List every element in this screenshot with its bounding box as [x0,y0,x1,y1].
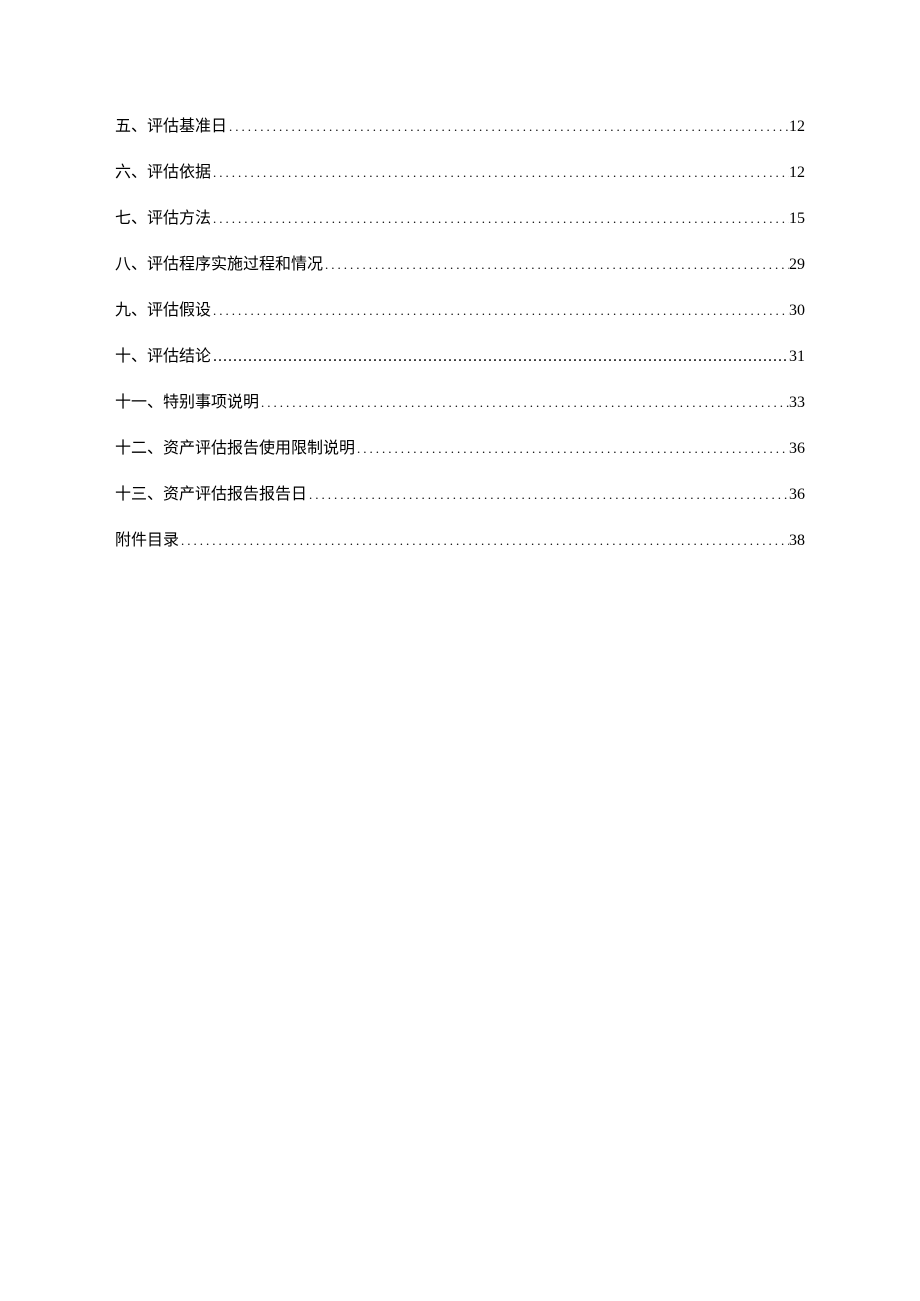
toc-leader-dots [179,529,789,553]
toc-leader-dots [323,253,789,277]
toc-entry-title: 十、评估结论 [115,345,211,369]
toc-entry-page: 12 [789,161,805,185]
toc-entry: 十二、资产评估报告使用限制说明 36 [115,437,805,461]
toc-leader-dots [307,483,789,507]
toc-leader-dots [227,115,789,139]
toc-entry-page: 29 [789,253,805,277]
toc-entry: 八、评估程序实施过程和情况 29 [115,253,805,277]
toc-entry: 九、评估假设 30 [115,299,805,323]
toc-leader-dots [355,437,789,461]
toc-leader-dots [211,299,789,323]
toc-entry: 附件目录 38 [115,529,805,553]
toc-entry-title: 六、评估依据 [115,161,211,185]
table-of-contents: 五、评估基准日 12 六、评估依据 12 七、评估方法 15 八、评估程序实施过… [115,115,805,553]
toc-entry: 七、评估方法 15 [115,207,805,231]
toc-entry-page: 36 [789,483,805,507]
toc-entry-page: 15 [789,207,805,231]
toc-entry-title: 七、评估方法 [115,207,211,231]
toc-entry-page: 33 [789,391,805,415]
toc-entry-title: 十三、资产评估报告报告日 [115,483,307,507]
toc-entry-title: 五、评估基准日 [115,115,227,139]
toc-entry-title: 九、评估假设 [115,299,211,323]
toc-entry-page: 30 [789,299,805,323]
toc-entry: 十、评估结论 31 [115,345,805,369]
toc-leader-dots [211,345,789,369]
toc-entry: 五、评估基准日 12 [115,115,805,139]
toc-leader-dots [211,161,789,185]
toc-entry-page: 38 [789,529,805,553]
toc-entry-title: 十二、资产评估报告使用限制说明 [115,437,355,461]
toc-entry-page: 12 [789,115,805,139]
toc-entry: 六、评估依据 12 [115,161,805,185]
toc-entry-page: 31 [789,345,805,369]
toc-entry-title: 八、评估程序实施过程和情况 [115,253,323,277]
toc-entry-page: 36 [789,437,805,461]
toc-entry: 十一、特别事项说明 33 [115,391,805,415]
toc-entry-title: 附件目录 [115,529,179,553]
toc-leader-dots [259,391,789,415]
toc-leader-dots [211,207,789,231]
toc-entry-title: 十一、特别事项说明 [115,391,259,415]
toc-entry: 十三、资产评估报告报告日 36 [115,483,805,507]
